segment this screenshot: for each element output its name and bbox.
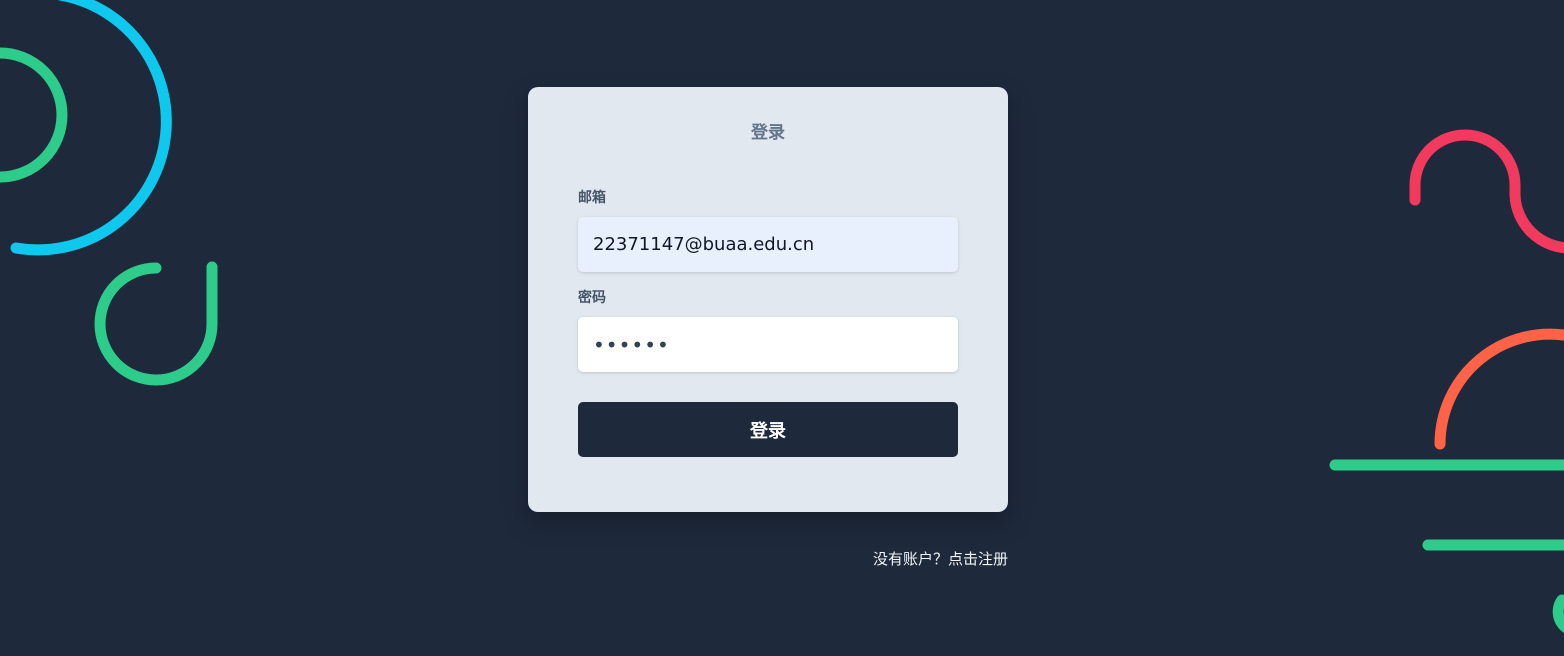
register-link[interactable]: 没有账户？点击注册	[828, 548, 1008, 569]
email-input[interactable]: 22371147@buaa.edu.cn	[578, 217, 958, 272]
password-value: ••••••	[593, 332, 670, 357]
green-hook-decoration	[94, 261, 218, 386]
password-label: 密码	[578, 290, 606, 306]
login-title: 登录	[751, 123, 785, 143]
login-card: 登录 邮箱 22371147@buaa.edu.cn 密码 •••••• 登录	[528, 87, 1008, 512]
green-arc-decoration	[0, 47, 68, 183]
orange-arc-decoration	[1434, 328, 1564, 450]
password-input[interactable]: ••••••	[578, 317, 958, 372]
green-corner-decoration	[1552, 594, 1564, 633]
email-value: 22371147@buaa.edu.cn	[593, 234, 815, 255]
email-label: 邮箱	[578, 190, 606, 206]
red-arch-decoration	[1409, 129, 1564, 254]
cyan-arc-decoration	[10, 0, 172, 256]
login-button[interactable]: 登录	[578, 402, 958, 457]
